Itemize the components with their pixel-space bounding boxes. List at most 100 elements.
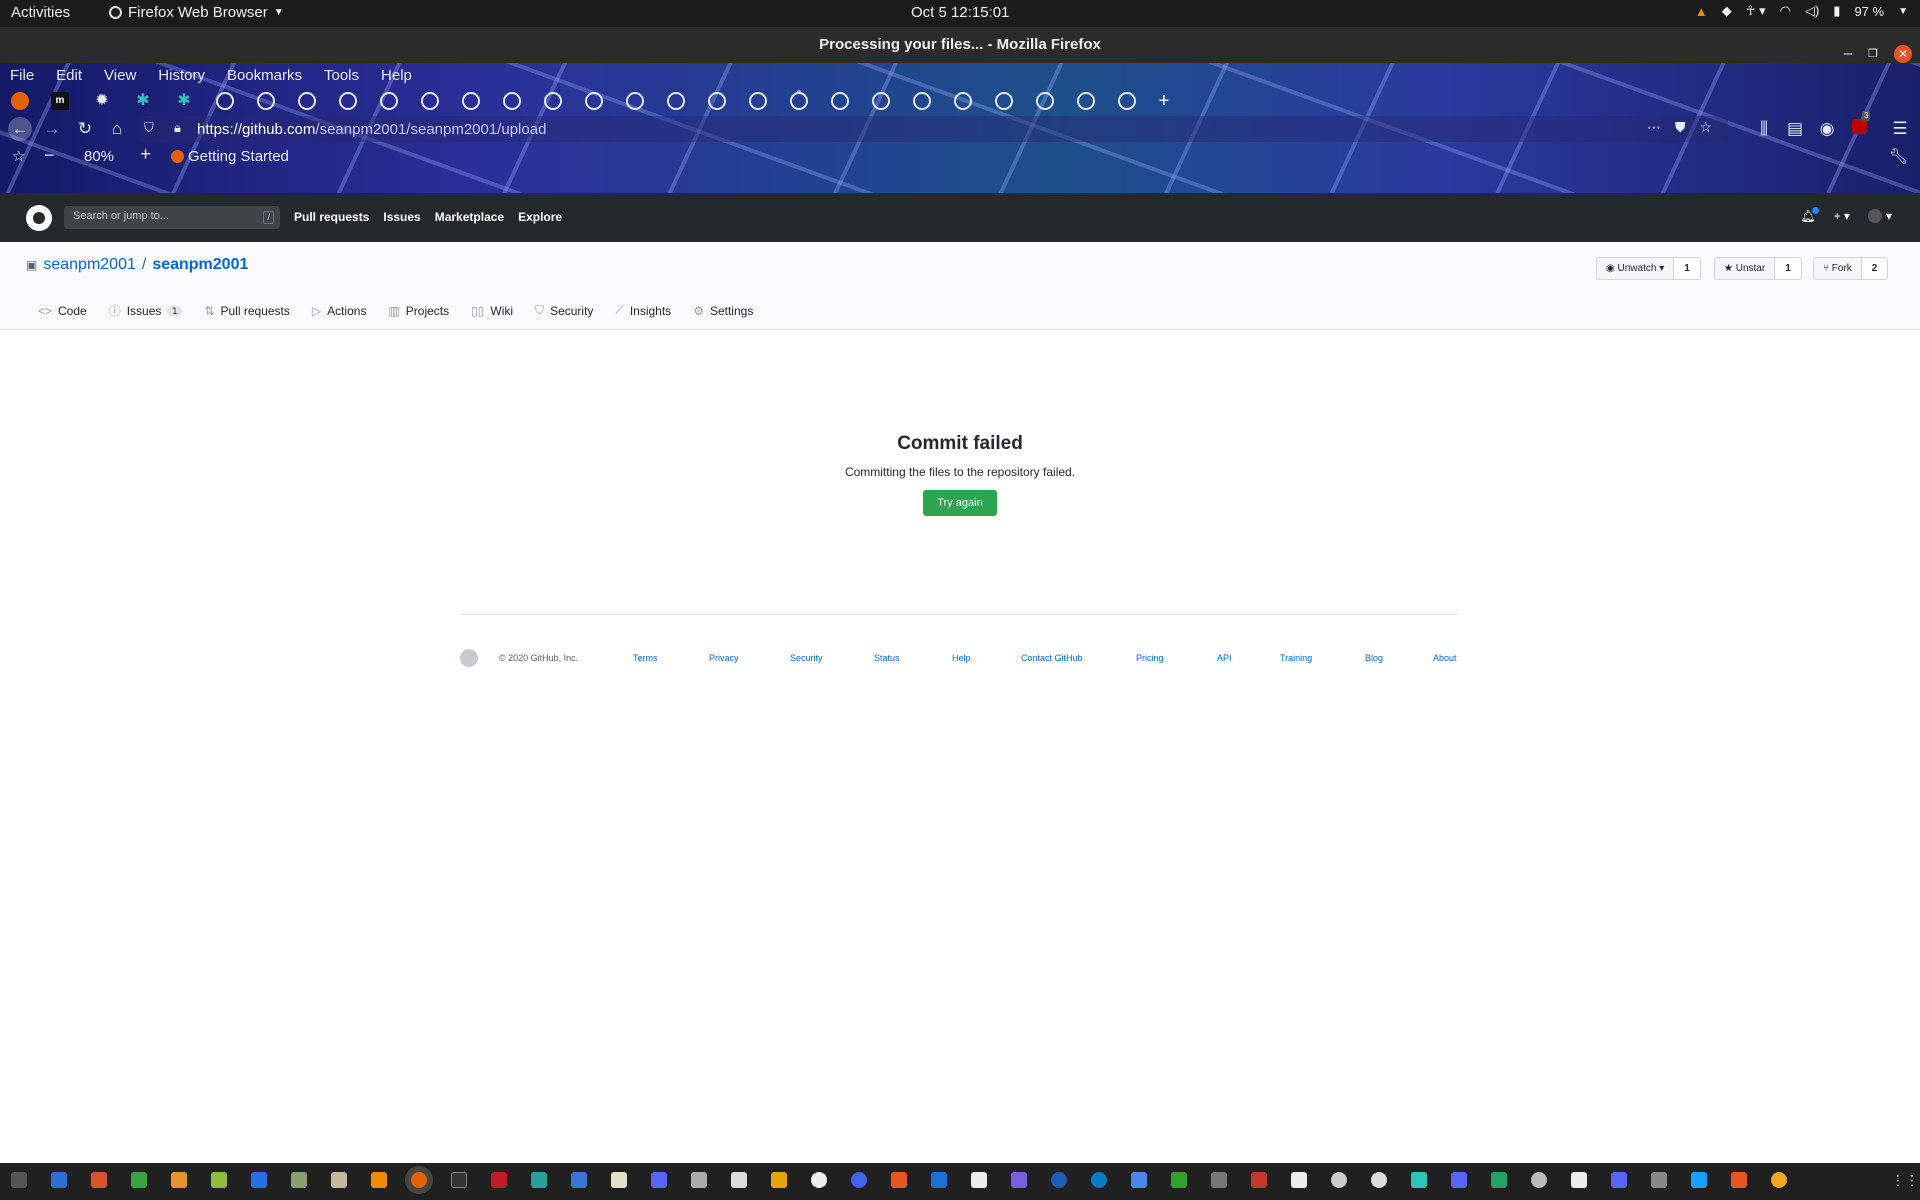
url-text[interactable]: https://github.com/seanpm2001/seanpm2001… [197,121,546,138]
firefox-tab-icon[interactable] [11,92,29,110]
app-icon[interactable] [1651,1172,1667,1188]
try-again-button[interactable]: Try again [923,490,997,516]
docs-app-icon[interactable] [51,1172,67,1188]
footer-link-blog[interactable]: Blog [1365,653,1383,663]
nav-marketplace[interactable]: Marketplace [435,210,504,224]
menu-view[interactable]: View [104,67,136,84]
getting-started-bookmark[interactable]: Getting Started [171,148,289,165]
app-icon[interactable] [1051,1172,1067,1188]
app-icon[interactable] [611,1172,627,1188]
tab-pull-requests[interactable]: ⇅ Pull requests [204,302,289,319]
activities-button[interactable]: Activities [11,4,70,21]
menu-history[interactable]: History [158,67,205,84]
github-tab-icon-active[interactable] [790,92,808,110]
app-icon[interactable] [1611,1172,1627,1188]
app-icon[interactable] [1251,1172,1267,1188]
app-icon[interactable] [571,1172,587,1188]
discord-app-icon[interactable] [651,1172,667,1188]
app-icon[interactable] [1171,1172,1187,1188]
search-input[interactable]: Search or jump to... / [64,206,280,229]
notifications-bell-icon[interactable]: 🔔︎ [1800,207,1819,223]
tab-settings[interactable]: ⚙ Settings [693,302,753,319]
github-tab-icon[interactable] [749,92,767,110]
watch-button[interactable]: ◉ Unwatch ▾ [1596,257,1675,280]
url-bar[interactable]: ⛉ 🔒︎ https://github.com/seanpm2001/seanp… [138,116,1728,142]
wrench-icon[interactable]: 🔧︎ [1889,147,1908,165]
account-icon[interactable]: ◉ [1815,117,1839,141]
more-actions-icon[interactable]: ⋯ [1647,119,1661,136]
github-tab-icon[interactable] [257,92,275,110]
app-icon[interactable] [771,1172,787,1188]
github-tab-icon[interactable] [380,92,398,110]
footer-link-security[interactable]: Security [790,653,823,663]
forward-icon[interactable]: → [40,117,64,141]
footer-link-api[interactable]: API [1217,653,1232,663]
close-icon[interactable]: ✕ [1894,45,1912,63]
menu-help[interactable]: Help [381,67,412,84]
footer-link-training[interactable]: Training [1280,653,1312,663]
watch-count[interactable]: 1 [1674,257,1701,280]
github-tab-icon[interactable] [503,92,521,110]
app-icon[interactable] [811,1172,827,1188]
repo-owner-link[interactable]: seanpm2001 [43,256,136,274]
footer-link-pricing[interactable]: Pricing [1136,653,1164,663]
footer-link-terms[interactable]: Terms [633,653,658,663]
library-icon[interactable]: ⫼ [1752,117,1776,141]
draw-app-icon[interactable] [171,1172,187,1188]
tab-projects[interactable]: ▥ Projects [388,302,449,319]
avatar[interactable]: ▾ [1867,209,1892,223]
home-icon[interactable]: ⌂ [105,117,129,141]
system-tray[interactable]: ▲ ◆ ☥ ▾ ◠ ◁) ▮ 97 % ▼ [1695,3,1908,19]
github-tab-icon[interactable] [421,92,439,110]
repo-name-link[interactable]: seanpm2001 [152,256,248,274]
steam-app-icon[interactable] [1691,1172,1707,1188]
app-icon[interactable] [1451,1172,1467,1188]
zoom-in-icon[interactable]: + [140,144,151,166]
github-tab-icon[interactable] [831,92,849,110]
menu-tools[interactable]: Tools [324,67,359,84]
app-icon[interactable] [531,1172,547,1188]
app-icon[interactable] [1371,1172,1387,1188]
github-tab-icon[interactable] [298,92,316,110]
app-icon[interactable] [931,1172,947,1188]
solitaire-app-icon[interactable] [491,1172,507,1188]
app-icon[interactable] [1731,1172,1747,1188]
nav-explore[interactable]: Explore [518,210,562,224]
github-tab-icon[interactable] [626,92,644,110]
github-tab-icon[interactable] [913,92,931,110]
hamburger-menu-icon[interactable]: ☰ [1888,117,1912,141]
back-icon[interactable]: ← [8,117,32,141]
new-tab-icon[interactable]: + [1155,91,1173,111]
github-tab-icon[interactable] [544,92,562,110]
medium-tab-icon[interactable]: m [51,92,69,110]
extension-tab-icon[interactable]: ✱ [134,92,152,110]
lock-icon[interactable]: 🔒︎ [174,120,181,136]
github-tab-icon[interactable] [995,92,1013,110]
vim-app-icon[interactable] [291,1172,307,1188]
github-tab-icon[interactable] [872,92,890,110]
show-desktop-icon[interactable] [11,1172,27,1188]
footer-link-contact[interactable]: Contact GitHub [1021,653,1083,663]
app-icon[interactable] [731,1172,747,1188]
bookmarks-icon[interactable]: ☆ [12,147,25,165]
app-icon[interactable] [1211,1172,1227,1188]
app-icon[interactable] [1571,1172,1587,1188]
github-logo-icon[interactable] [460,649,478,667]
app-icon[interactable] [691,1172,707,1188]
extension-tab-icon[interactable]: ✱ [175,92,193,110]
zoom-out-icon[interactable]: − [44,145,55,166]
app-icon[interactable] [1011,1172,1027,1188]
app-icon[interactable] [1411,1172,1427,1188]
github-tab-icon[interactable] [462,92,480,110]
writer-app-icon[interactable] [251,1172,267,1188]
show-apps-grid-icon[interactable]: ⋮⋮ [1891,1172,1919,1188]
github-tab-icon[interactable] [954,92,972,110]
tab-issues[interactable]: ⓘ Issues 1 [109,302,183,319]
terminal-app-icon[interactable] [451,1172,467,1188]
star-button[interactable]: ★ Unstar [1714,257,1776,280]
app-icon[interactable] [1331,1172,1347,1188]
tab-security[interactable]: ⛉ Security [535,302,593,319]
github-tab-icon[interactable] [216,92,234,110]
app-icon[interactable] [971,1172,987,1188]
tab-wiki[interactable]: ▯▯ Wiki [471,302,513,319]
